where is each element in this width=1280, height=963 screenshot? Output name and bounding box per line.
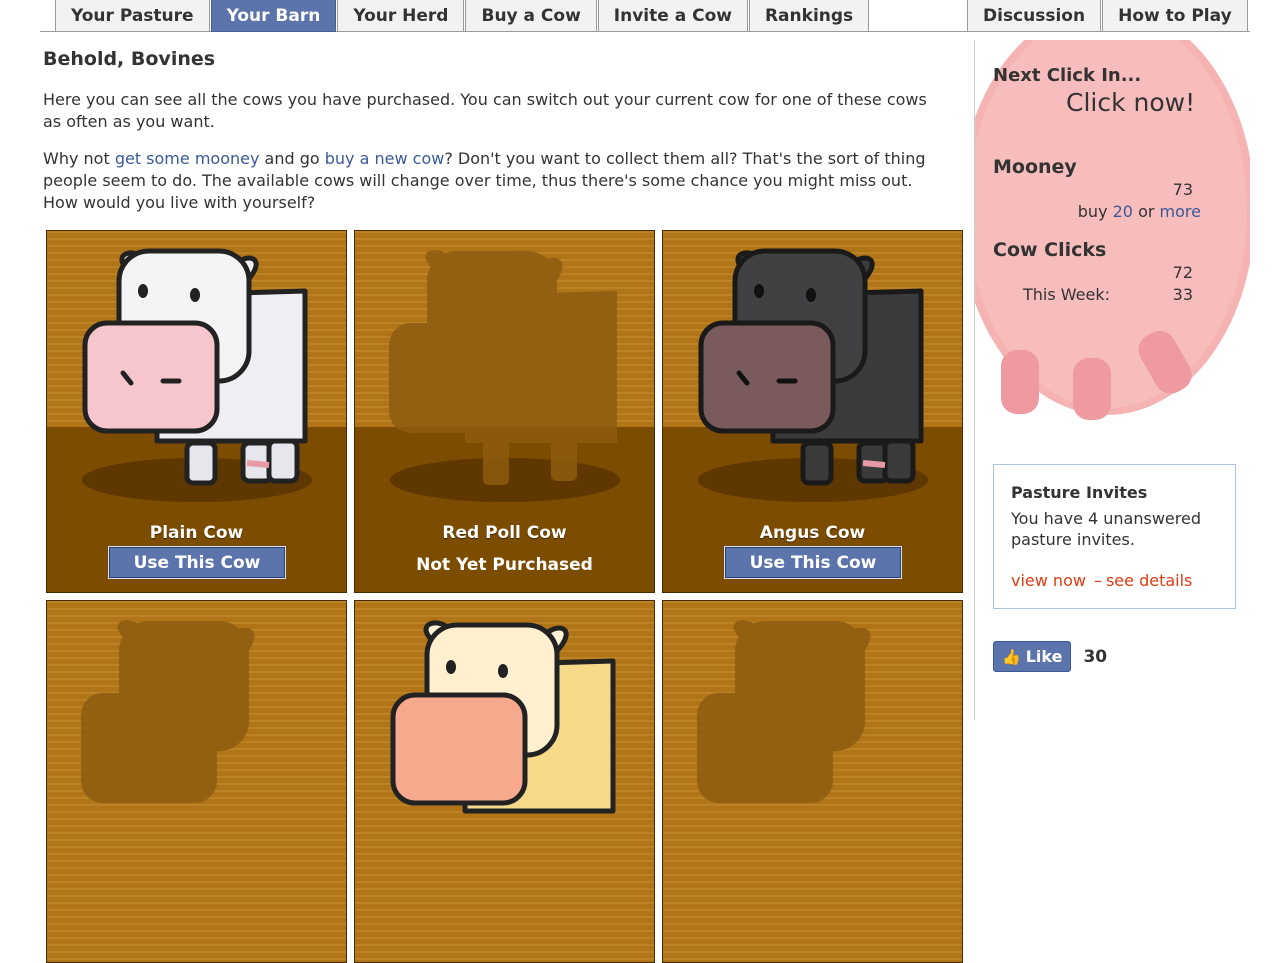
like-label: Like [1025, 647, 1063, 666]
collect-text-start: Why not [43, 149, 115, 168]
this-week-value: 33 [1172, 285, 1193, 304]
cow-card-locked [662, 600, 963, 963]
collect-text: Why not get some mooney and go buy a new… [43, 148, 943, 214]
like-button[interactable]: 👍 Like [993, 641, 1072, 672]
buy-new-cow-link[interactable]: buy a new cow [325, 149, 445, 168]
main-nav: Your Pasture Your Barn Your Herd Buy a C… [55, 0, 870, 32]
next-click-label: Next Click In... [993, 65, 1142, 86]
secondary-nav: Discussion How to Play [967, 0, 1249, 32]
buy-mooney-line: buy 20 or more [975, 202, 1201, 221]
tab-invite-a-cow[interactable]: Invite a Cow [597, 0, 748, 32]
tab-your-pasture[interactable]: Your Pasture [55, 0, 210, 32]
pasture-invites-text: You have 4 unanswered pasture invites. [1011, 509, 1201, 549]
cow-name: Plain Cow [149, 523, 244, 543]
cow-card-red-poll: Red Poll Cow Not Yet Purchased [354, 230, 655, 593]
locked-cow-silhouette [697, 620, 871, 803]
cow-name: Angus Cow [759, 523, 866, 543]
tab-rankings[interactable]: Rankings [748, 0, 870, 32]
see-details-link[interactable]: see details [1106, 571, 1192, 590]
page-title: Behold, Bovines [43, 48, 216, 70]
intro-text: Here you can see all the cows you have p… [43, 90, 927, 131]
cream-cow-image [390, 620, 616, 814]
locked-cow-silhouette [81, 620, 255, 803]
cow-grid: Plain Cow Use This Cow Red Poll Cow Not … [46, 230, 963, 963]
buy-prefix: buy [1077, 202, 1108, 221]
cow-name: Red Poll Cow [442, 523, 567, 543]
tab-discussion[interactable]: Discussion [967, 0, 1102, 32]
mooney-label: Mooney [993, 156, 1077, 178]
thumbs-up-icon: 👍 [1002, 647, 1021, 666]
tab-buy-a-cow[interactable]: Buy a Cow [465, 0, 597, 32]
cow-card-angus: Angus Cow Use This Cow [662, 230, 963, 593]
like-row: 👍 Like 30 [993, 641, 1107, 672]
mooney-value: 73 [1172, 180, 1193, 199]
tab-your-barn[interactable]: Your Barn [210, 0, 337, 32]
buy-more-link[interactable]: more [1160, 202, 1201, 221]
sidebar: Next Click In... Click now! Mooney 73 bu… [974, 40, 1250, 720]
not-purchased-status: Not Yet Purchased [416, 555, 593, 575]
plain-cow-image [82, 248, 308, 486]
buy-20-link[interactable]: 20 [1113, 202, 1133, 221]
locked-cow-silhouette [389, 250, 617, 485]
tab-how-to-play[interactable]: How to Play [1102, 0, 1248, 32]
pasture-invites-box: Pasture Invites You have 4 unanswered pa… [993, 464, 1236, 609]
like-count: 30 [1083, 646, 1108, 667]
cow-clicks-label: Cow Clicks [993, 239, 1107, 261]
tab-your-herd[interactable]: Your Herd [337, 0, 465, 32]
buy-or: or [1138, 202, 1155, 221]
collect-text-mid: and go [259, 149, 325, 168]
pasture-invites-title: Pasture Invites [1011, 483, 1148, 502]
cow-clicks-value: 72 [1172, 263, 1193, 282]
cow-card-locked [46, 600, 347, 963]
cow-card-plain: Plain Cow Use This Cow [46, 230, 347, 593]
angus-cow-image [698, 248, 924, 486]
cow-card-cream [354, 600, 655, 963]
use-cow-button[interactable]: Use This Cow [724, 546, 902, 579]
link-separator: – [1093, 571, 1102, 590]
click-now-link[interactable]: Click now! [1066, 88, 1195, 117]
invite-links: view now – see details [1011, 571, 1192, 590]
use-cow-button[interactable]: Use This Cow [108, 546, 286, 579]
get-mooney-link[interactable]: get some mooney [115, 149, 260, 168]
barn-content: Behold, Bovines Here you can see all the… [43, 42, 943, 212]
view-now-link[interactable]: view now [1011, 571, 1086, 590]
